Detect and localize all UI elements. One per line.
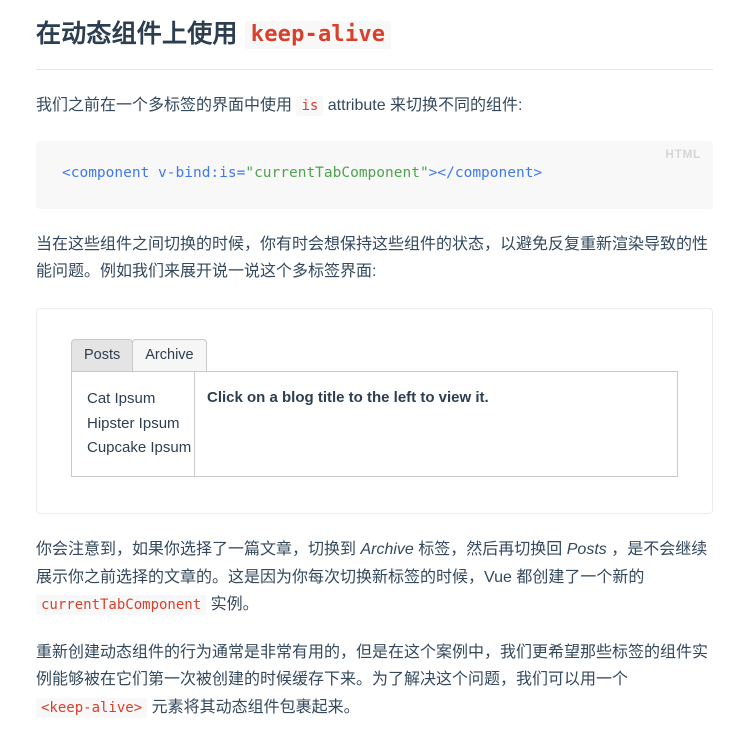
code-block-content[interactable]: <component v-bind:is="currentTabComponen… bbox=[62, 163, 687, 185]
code-language-label: HTML bbox=[665, 147, 701, 162]
list-item[interactable]: Cupcake Ipsum bbox=[72, 436, 194, 460]
paragraph-notice: 你会注意到，如果你选择了一篇文章，切换到 Archive 标签，然后再切换回 P… bbox=[36, 536, 713, 619]
demo-container: Posts Archive Cat Ipsum Hipster Ipsum Cu… bbox=[36, 307, 713, 515]
post-detail: Click on a blog title to the left to vie… bbox=[207, 389, 489, 407]
notice-part1: 你会注意到，如果你选择了一篇文章，切换到 bbox=[36, 541, 357, 559]
notice-em-posts: Posts bbox=[566, 541, 607, 559]
tab-bar: Posts Archive bbox=[71, 338, 678, 373]
list-item[interactable]: Cat Ipsum bbox=[72, 387, 194, 411]
page-title: 在动态组件上使用 keep-alive bbox=[36, 18, 713, 70]
post-list: Cat Ipsum Hipster Ipsum Cupcake Ipsum bbox=[72, 372, 195, 477]
paragraph-solution: 重新创建动态组件的行为通常是非常有用的，但是在这个案例中，我们更希望那些标签的组… bbox=[36, 639, 713, 722]
tab-panel: Cat Ipsum Hipster Ipsum Cupcake Ipsum Cl… bbox=[71, 371, 678, 478]
notice-inline-code-currenttabcomponent: currentTabComponent bbox=[36, 595, 207, 616]
doc-page: 在动态组件上使用 keep-alive 我们之前在一个多标签的界面中使用 is … bbox=[0, 0, 749, 721]
page-title-code: keep-alive bbox=[244, 21, 392, 49]
intro-text-part1: 我们之前在一个多标签的界面中使用 bbox=[36, 96, 293, 114]
intro-text-part2: attribute 来切换不同的组件: bbox=[327, 96, 523, 114]
list-item[interactable]: Hipster Ipsum bbox=[72, 412, 194, 436]
intro-inline-code-is: is bbox=[296, 95, 324, 116]
notice-em-archive: Archive bbox=[360, 541, 414, 559]
notice-part4: 实例。 bbox=[210, 596, 259, 614]
code-token-tag-close: ></component> bbox=[428, 165, 543, 182]
code-token-string: "currentTabComponent" bbox=[245, 165, 429, 182]
solution-part2: 元素将其动态组件包裹起来。 bbox=[151, 698, 360, 716]
paragraph-switch: 当在这些组件之间切换的时候，你有时会想保持这些组件的状态，以避免反复重新渲染导致… bbox=[36, 235, 709, 281]
code-token-tag-open: <component bbox=[62, 165, 150, 182]
code-block: HTML <component v-bind:is="currentTabCom… bbox=[36, 141, 713, 209]
intro-paragraph: 我们之前在一个多标签的界面中使用 is attribute 来切换不同的组件: bbox=[36, 92, 713, 120]
page-title-text: 在动态组件上使用 bbox=[36, 20, 238, 48]
solution-part1: 重新创建动态组件的行为通常是非常有用的，但是在这个案例中，我们更希望那些标签的组… bbox=[36, 643, 709, 689]
code-token-attribute: v-bind:is= bbox=[149, 165, 246, 182]
notice-part2: 标签，然后再切换回 bbox=[418, 541, 563, 559]
tab-posts[interactable]: Posts bbox=[71, 338, 134, 373]
tab-archive[interactable]: Archive bbox=[132, 338, 207, 373]
solution-inline-code-keepalive: <keep-alive> bbox=[36, 697, 148, 718]
